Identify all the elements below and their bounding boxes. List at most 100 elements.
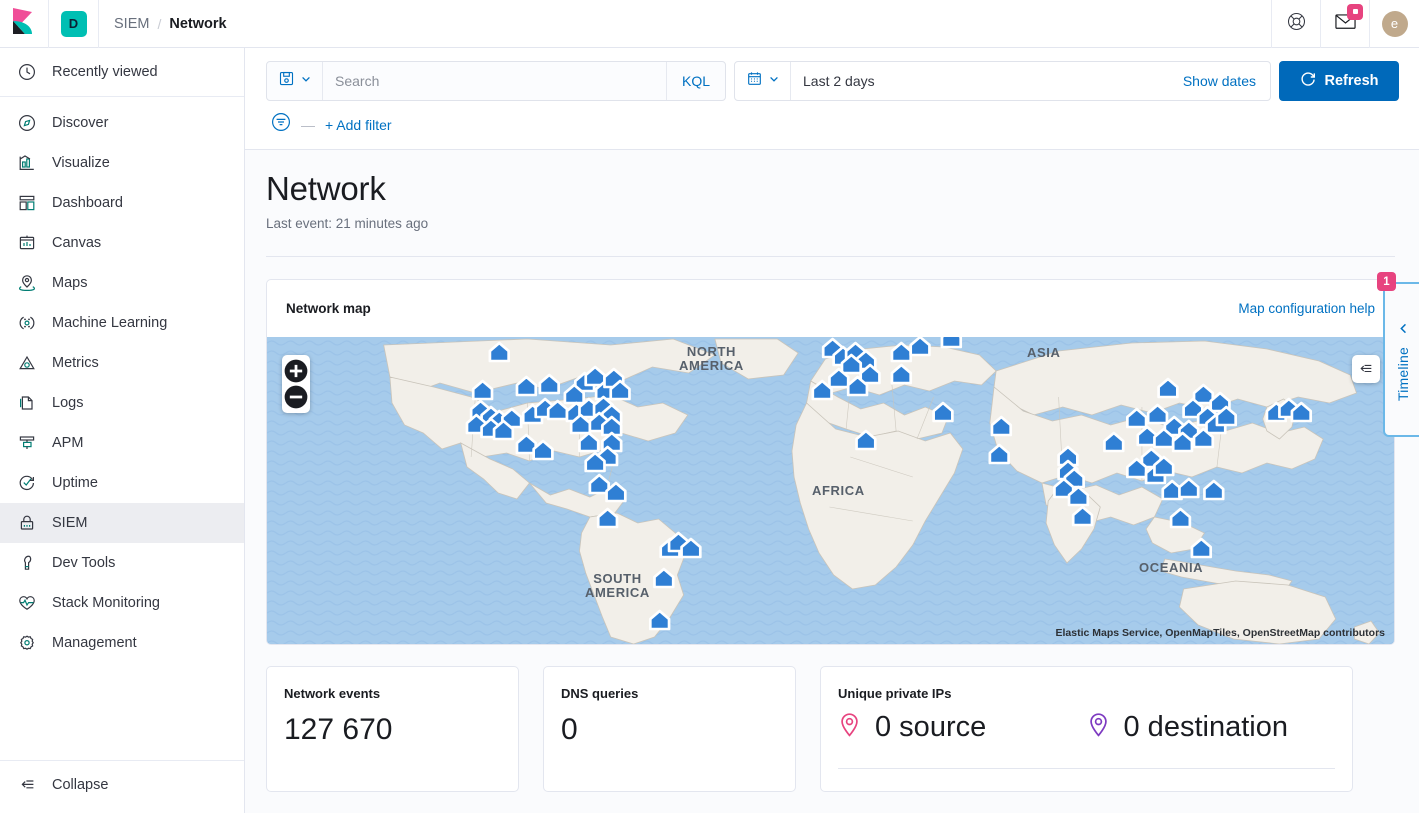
recently-viewed-section: Recently viewed xyxy=(0,48,244,97)
unique-private-ips-label: Unique private IPs xyxy=(838,686,952,701)
network-events-card: Network events 127 670 xyxy=(266,666,519,792)
timeline-toggle-button[interactable]: Timeline xyxy=(1385,284,1419,439)
sidebar-item-label: Logs xyxy=(52,395,84,411)
sidebar-item-label: Collapse xyxy=(52,777,109,793)
page-body: Network Last event: 21 minutes ago Netwo… xyxy=(245,150,1419,813)
newsfeed-button[interactable] xyxy=(1320,0,1369,48)
search-bar: KQL xyxy=(266,61,726,101)
refresh-button[interactable]: Refresh xyxy=(1279,61,1399,101)
sidebar-item-label: Dev Tools xyxy=(52,555,116,571)
sidebar-item-dev-tools[interactable]: Dev Tools xyxy=(0,543,244,583)
sidebar-item-label: Management xyxy=(52,635,137,651)
world-map[interactable]: NORTH AMERICA SOUTH AMERICA AFRICA ASIA OC… xyxy=(267,337,1394,644)
unique-private-ips-destination: 0 destination xyxy=(1087,708,1336,746)
collapse-arrow-icon xyxy=(18,776,36,794)
sidebar-item-visualize[interactable]: Visualize xyxy=(0,143,244,183)
sidebar-item-label: Maps xyxy=(52,275,88,291)
logs-icon xyxy=(18,394,36,412)
sidebar-item-label: Canvas xyxy=(52,235,102,251)
newsfeed-badge xyxy=(1347,3,1363,20)
refresh-label: Refresh xyxy=(1324,73,1379,89)
date-quick-select-button[interactable] xyxy=(735,62,791,100)
visualize-bar-chart-icon xyxy=(18,154,36,172)
sidebar-item-stack-monitoring[interactable]: Stack Monitoring xyxy=(0,583,244,623)
sidebar-item-logs[interactable]: Logs xyxy=(0,383,244,423)
sidebar-item-label: Dashboard xyxy=(52,195,123,211)
network-map-panel: Network map Map configuration help NORTH… xyxy=(266,279,1395,645)
card-divider xyxy=(838,768,1335,769)
filter-bar: — + Add filter xyxy=(266,112,1399,137)
saved-query-button[interactable] xyxy=(267,62,323,100)
wrench-icon xyxy=(18,554,36,572)
dns-queries-card: DNS queries 0 xyxy=(543,666,796,792)
sidebar-item-management[interactable]: Management xyxy=(0,623,244,663)
date-picker: Last 2 days Show dates xyxy=(734,61,1271,101)
sidebar-item-dashboard[interactable]: Dashboard xyxy=(0,183,244,223)
timeline-flyout[interactable]: 1 Timeline xyxy=(1377,272,1419,439)
map-layers-button[interactable] xyxy=(1352,355,1380,383)
lifebuoy-icon xyxy=(1287,12,1306,36)
show-dates-button[interactable]: Show dates xyxy=(1169,62,1270,100)
filter-separator: — xyxy=(301,116,315,133)
sidebar-item-apm[interactable]: APM xyxy=(0,423,244,463)
source-pin-icon xyxy=(838,712,861,743)
kibana-home-link[interactable] xyxy=(0,0,49,48)
help-button[interactable] xyxy=(1271,0,1320,48)
user-menu-button[interactable]: e xyxy=(1369,0,1419,48)
main-content: KQL xyxy=(245,48,1419,813)
canvas-presentation-icon xyxy=(18,234,36,252)
sidebar-collapse-button[interactable]: Collapse xyxy=(0,765,244,805)
sidebar-item-label: SIEM xyxy=(52,515,88,531)
nav-items-section: Discover Visualize Dashboard Canvas Maps… xyxy=(0,97,244,663)
maps-pin-icon xyxy=(18,274,36,292)
sidebar-item-uptime[interactable]: Uptime xyxy=(0,463,244,503)
map-canvas xyxy=(267,337,1394,644)
network-map-header: Network map Map configuration help xyxy=(267,280,1394,337)
sidebar-item-metrics[interactable]: Metrics xyxy=(0,343,244,383)
gear-icon xyxy=(18,634,36,652)
network-map-title: Network map xyxy=(286,301,371,316)
map-attribution: Elastic Maps Service, OpenMapTiles, Open… xyxy=(1055,627,1385,639)
header-actions: e xyxy=(1271,0,1419,48)
date-range-text[interactable]: Last 2 days xyxy=(791,62,887,100)
sidebar-item-discover[interactable]: Discover xyxy=(0,103,244,143)
breadcrumb-separator: / xyxy=(157,15,162,32)
network-events-value: 127 670 xyxy=(284,713,393,746)
chevron-down-icon xyxy=(768,72,780,90)
add-filter-button[interactable]: + Add filter xyxy=(325,117,392,133)
map-zoom-in-button[interactable] xyxy=(282,358,310,384)
metrics-gauge-icon xyxy=(18,354,36,372)
map-configuration-help-link[interactable]: Map configuration help xyxy=(1238,301,1375,316)
chevron-left-icon xyxy=(1397,322,1410,340)
sidebar-item-machine-learning[interactable]: Machine Learning xyxy=(0,303,244,343)
sidebar-item-siem[interactable]: SIEM xyxy=(0,503,244,543)
space-switcher[interactable]: D xyxy=(49,0,99,48)
map-zoom-out-button[interactable] xyxy=(282,384,310,410)
sidebar-item-label: Discover xyxy=(52,115,109,131)
query-bar: KQL xyxy=(245,48,1419,150)
breadcrumb-network[interactable]: Network xyxy=(169,16,226,32)
sidebar-item-label: Stack Monitoring xyxy=(52,595,160,611)
filter-icon[interactable] xyxy=(271,112,291,137)
zoom-in-icon xyxy=(284,359,308,383)
page-divider xyxy=(266,256,1395,257)
calendar-icon xyxy=(747,71,762,91)
sidebar-item-canvas[interactable]: Canvas xyxy=(0,223,244,263)
unique-private-ips-source: 0 source xyxy=(838,708,1087,746)
search-input[interactable] xyxy=(323,62,666,100)
sidebar-item-recently-viewed[interactable]: Recently viewed xyxy=(0,52,244,92)
global-header: D SIEM / Network e xyxy=(0,0,1419,48)
dns-queries-label: DNS queries xyxy=(561,686,639,701)
breadcrumb-siem[interactable]: SIEM xyxy=(114,16,149,32)
sidebar-item-label: Uptime xyxy=(52,475,98,491)
space-avatar: D xyxy=(60,10,87,37)
sidebar-item-maps[interactable]: Maps xyxy=(0,263,244,303)
refresh-icon xyxy=(1300,71,1316,91)
zoom-out-icon xyxy=(284,385,308,409)
kibana-logo-icon xyxy=(12,8,36,39)
page-title: Network xyxy=(266,170,386,207)
query-language-button[interactable]: KQL xyxy=(665,62,725,100)
sidebar-footer: Collapse xyxy=(0,760,244,813)
sidebar-item-label: Machine Learning xyxy=(52,315,168,331)
network-stat-cards: Network events 127 670 DNS queries 0 Uni… xyxy=(266,666,1395,792)
